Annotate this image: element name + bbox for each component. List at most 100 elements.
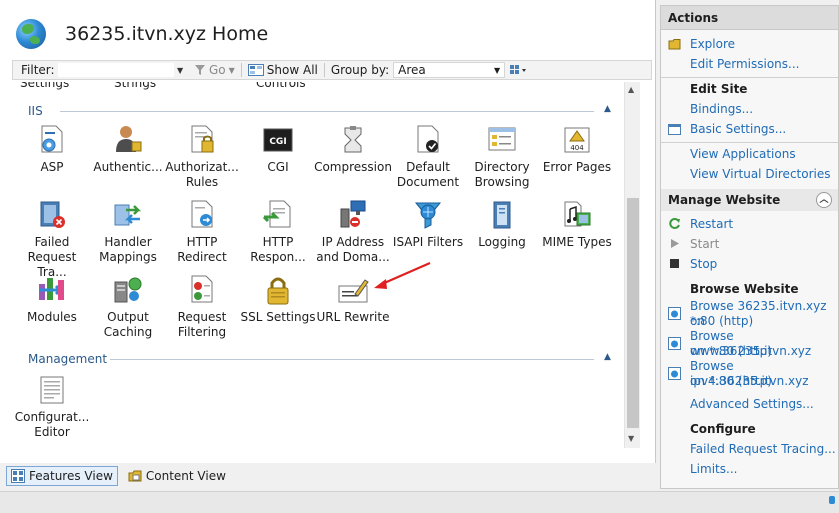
browse-link-3-port[interactable]: on *:80 (http) [690,374,772,389]
feature-label: Request Filtering [177,310,227,339]
folder-icon [668,39,681,50]
manage-website-title: Manage Website [668,193,781,207]
tab-features-view[interactable]: Features View [6,466,118,486]
tab-content-view[interactable]: Content View [124,466,230,486]
feature-default-document[interactable]: Default Document [389,124,467,190]
collapse-caret-icon[interactable]: ▲ [604,104,611,114]
browse-website-heading: Browse Website [690,282,799,296]
group-by: Group by: Area ▼ [330,62,506,78]
feature-label: Modules [27,310,77,324]
configure-heading: Configure [690,422,756,436]
compression-icon [337,124,369,156]
feature-label: Output Caching [103,310,153,339]
features-view-icon [11,469,25,483]
feature-configuration-editor[interactable]: Configurat... Editor [13,374,91,440]
asp-icon [36,124,68,156]
restart-icon [669,218,680,229]
feature-label: Compression [314,160,392,174]
scroll-down-icon[interactable]: ▼ [628,434,634,443]
feature-failed-request-tracing[interactable]: Failed Request Tra... [13,199,91,280]
feature-directory-browsing[interactable]: Directory Browsing [463,124,541,190]
group-by-select[interactable]: Area ▼ [393,62,506,78]
feature-label: MIME Types [542,235,612,249]
filter-dropdown-icon[interactable]: ▼ [177,66,187,75]
stop-link[interactable]: Stop [690,257,717,272]
feature-compression[interactable]: Compression [314,124,392,175]
padlock-icon [262,274,294,306]
handler-mappings-icon [112,199,144,231]
show-all-icon [247,64,264,76]
actions-panel: Actions Explore Edit Permissions... Edit… [660,5,839,489]
feature-label: Directory Browsing [474,160,530,189]
edit-site-heading: Edit Site [690,82,748,96]
toolbar-divider [323,63,325,77]
go-button[interactable]: Go ▼ [195,63,235,77]
http-redirect-icon [186,199,218,231]
view-switcher: Features View Content View [0,463,656,489]
basic-settings-link[interactable]: Basic Settings... [690,122,786,137]
status-bar [0,491,839,513]
feature-label: CGI [267,160,289,174]
mime-types-icon [561,199,593,231]
start-link[interactable]: Start [690,237,719,252]
funnel-icon [195,65,205,75]
manage-website-header: Manage Website ︿ [661,189,838,211]
divider [661,142,838,143]
error-pages-icon: 404 [561,124,593,156]
feature-isapi-filters[interactable]: ISAPI Filters [389,199,467,250]
view-virtual-directories-link[interactable]: View Virtual Directories [690,167,831,182]
settings-window-icon [668,124,681,135]
browse-link-2-port[interactable]: on *:80 (http) [690,344,772,359]
collapse-caret-icon[interactable]: ▲ [604,352,611,362]
advanced-settings-link[interactable]: Advanced Settings... [690,397,814,412]
limits-link[interactable]: Limits... [690,462,737,477]
browse-link-1-port[interactable]: *:80 (http) [690,314,753,329]
feature-logging[interactable]: Logging [463,199,541,250]
section-iis-title: IIS [28,104,43,118]
group-by-label: Group by: [330,63,390,77]
group-by-value: Area [398,63,426,77]
feature-output-caching[interactable]: Output Caching [89,274,167,340]
scroll-up-icon[interactable]: ▲ [628,85,634,94]
url-rewrite-icon [337,274,369,306]
scrollbar-thumb[interactable] [627,198,639,428]
browse-icon [668,307,681,320]
features-panel: 36235.itvn.xyz Home Filter: ▼ Go ▼ Show … [0,0,656,463]
edit-permissions-link[interactable]: Edit Permissions... [690,57,799,72]
feature-http-response-headers[interactable]: HTTP Respon... [239,199,317,265]
filter-input[interactable] [57,62,175,78]
feature-authorization-rules[interactable]: Authorizat... Rules [163,124,241,190]
collapse-button[interactable]: ︿ [816,192,832,208]
feature-ip-address-domain[interactable]: IP Address and Doma... [314,199,392,265]
feature-label: SSL Settings [240,310,316,324]
feature-error-pages[interactable]: 404 Error Pages [538,124,616,175]
actions-header: Actions [661,6,838,30]
show-all-label: Show All [266,63,318,77]
feature-ssl-settings[interactable]: SSL Settings [239,274,317,325]
view-mode-button[interactable] [509,63,529,77]
cutoff-label: Controls [256,82,306,90]
show-all-button[interactable]: Show All [247,63,318,77]
feature-authentication[interactable]: Authentic... [89,124,167,175]
feature-http-redirect[interactable]: HTTP Redirect [163,199,241,265]
explore-link[interactable]: Explore [690,37,735,52]
feature-asp[interactable]: ASP [13,124,91,175]
view-applications-link[interactable]: View Applications [690,147,796,162]
feature-request-filtering[interactable]: Request Filtering [163,274,241,340]
directory-browsing-icon [486,124,518,156]
tab-label: Features View [29,469,113,483]
feature-handler-mappings[interactable]: Handler Mappings [89,199,167,265]
feature-cgi[interactable]: CGI CGI [239,124,317,175]
bindings-link[interactable]: Bindings... [690,102,753,117]
isapi-filters-icon [412,199,444,231]
failed-request-tracing-link[interactable]: Failed Request Tracing... [690,442,836,457]
restart-link[interactable]: Restart [690,217,733,232]
failed-request-icon [36,199,68,231]
feature-modules[interactable]: Modules [13,274,91,325]
section-management-title: Management [28,352,108,366]
go-label: Go [209,63,226,77]
logging-icon [486,199,518,231]
user-lock-icon [112,124,144,156]
feature-mime-types[interactable]: MIME Types [538,199,616,250]
vertical-scrollbar[interactable]: ▲ ▼ [624,82,640,448]
